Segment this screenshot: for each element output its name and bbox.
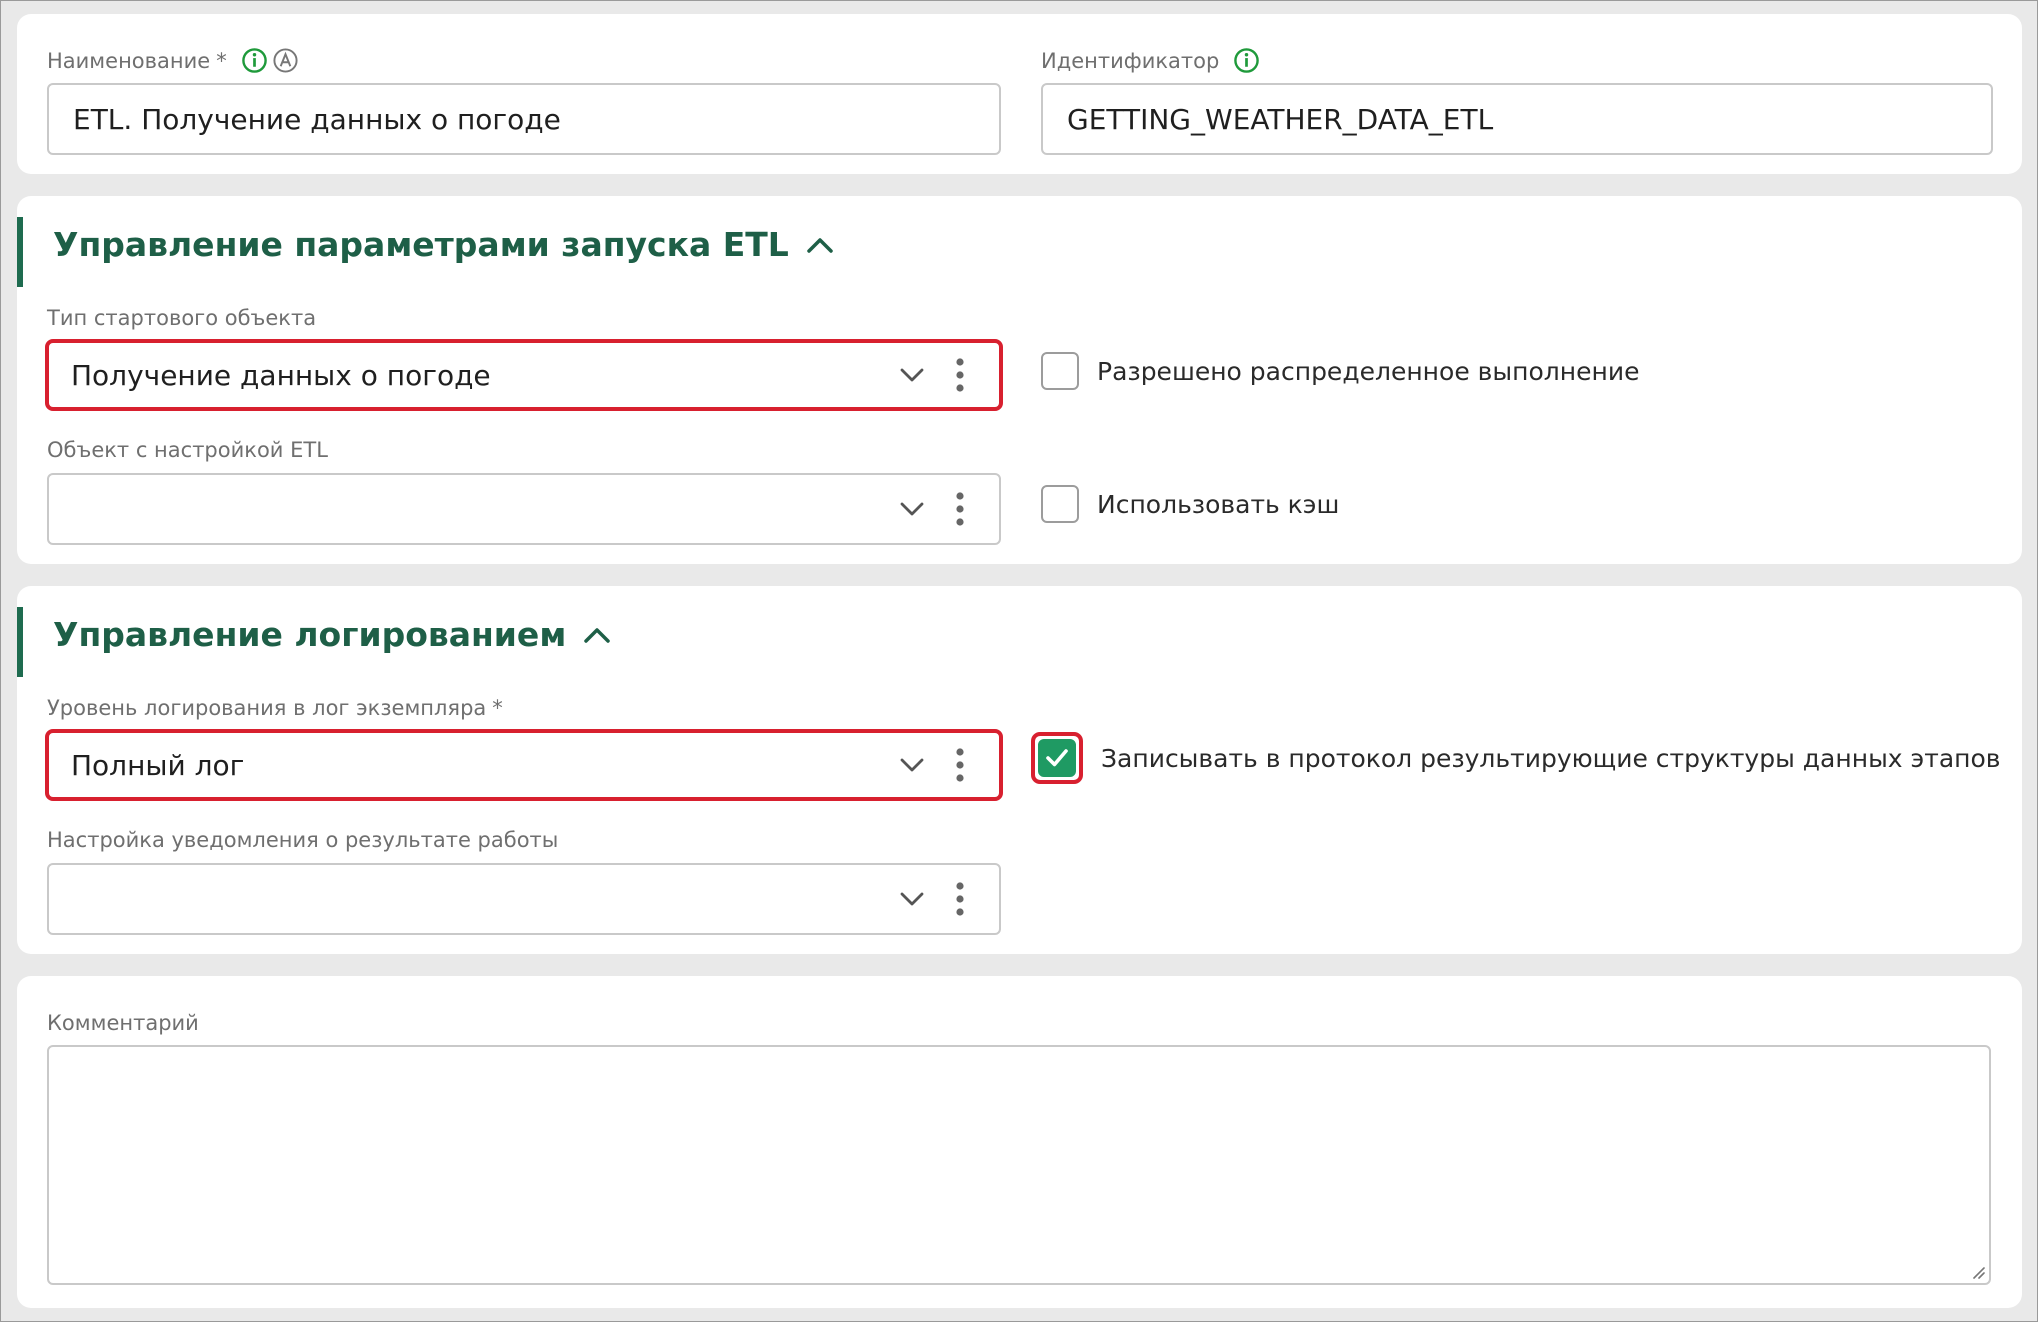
start-object-type-value: Получение данных о погоде (71, 358, 491, 392)
chevron-down-icon[interactable] (899, 367, 925, 383)
more-vertical-icon[interactable] (955, 747, 965, 783)
logging-section-card: Управление логированием Уровень логирова… (17, 586, 2022, 954)
identifier-label-row: Идентификатор (1041, 47, 1260, 74)
section-accent-bar (17, 607, 23, 677)
write-structures-label: Записывать в протокол результирующие стр… (1101, 743, 2001, 773)
section-accent-bar (17, 217, 23, 287)
launch-section-card: Управление параметрами запуска ETL Тип с… (17, 196, 2022, 564)
distributed-execution-label: Разрешено распределенное выполнение (1097, 356, 1640, 386)
comment-card: Комментарий (17, 976, 2022, 1308)
identifier-input-value: GETTING_WEATHER_DATA_ETL (1067, 102, 1494, 136)
log-level-select[interactable]: Полный лог (45, 729, 1003, 801)
log-level-required-mark: * (492, 696, 503, 720)
chevron-down-icon[interactable] (899, 757, 925, 773)
comment-label: Комментарий (47, 1011, 199, 1035)
info-icon[interactable] (1233, 47, 1260, 74)
logging-section-header[interactable]: Управление логированием (53, 615, 612, 654)
info-icon[interactable] (241, 47, 268, 74)
chevron-down-icon[interactable] (899, 891, 925, 907)
launch-section-title: Управление параметрами запуска ETL (53, 225, 789, 264)
name-required-mark: * (216, 48, 227, 73)
form-frame: Наименование * ETL. Получение данных о п… (0, 0, 2038, 1322)
name-label: Наименование (47, 48, 211, 73)
general-card: Наименование * ETL. Получение данных о п… (17, 14, 2022, 174)
more-vertical-icon[interactable] (955, 357, 965, 393)
log-level-label-row: Уровень логирования в лог экземпляра * (47, 696, 503, 720)
comment-textarea[interactable] (47, 1045, 1991, 1285)
more-vertical-icon[interactable] (955, 881, 965, 917)
etl-settings-object-label: Объект с настройкой ETL (47, 438, 328, 462)
write-structures-checkbox[interactable] (1038, 739, 1076, 777)
chevron-down-icon[interactable] (899, 501, 925, 517)
chevron-up-icon[interactable] (582, 625, 612, 645)
start-object-type-label: Тип стартового объекта (47, 306, 317, 330)
log-level-label: Уровень логирования в лог экземпляра (47, 696, 487, 720)
resize-grip-icon[interactable] (1969, 1263, 1985, 1279)
notification-label: Настройка уведомления о результате работ… (47, 828, 559, 852)
chevron-up-icon[interactable] (805, 235, 835, 255)
identifier-label: Идентификатор (1041, 48, 1220, 73)
log-level-value: Полный лог (71, 748, 245, 782)
launch-section-header[interactable]: Управление параметрами запуска ETL (53, 225, 835, 264)
use-cache-checkbox[interactable] (1041, 485, 1079, 523)
logging-section-title: Управление логированием (53, 615, 567, 654)
write-structures-highlight (1031, 732, 1083, 784)
distributed-execution-row[interactable]: Разрешено распределенное выполнение (1041, 352, 1639, 390)
notification-select[interactable] (47, 863, 1001, 935)
use-cache-label: Использовать кэш (1097, 489, 1340, 519)
distributed-execution-checkbox[interactable] (1041, 352, 1079, 390)
name-label-row: Наименование * (47, 47, 299, 74)
name-input-value: ETL. Получение данных о погоде (73, 102, 561, 136)
etl-settings-object-select[interactable] (47, 473, 1001, 545)
name-input[interactable]: ETL. Получение данных о погоде (47, 83, 1001, 155)
use-cache-row[interactable]: Использовать кэш (1041, 485, 1339, 523)
start-object-type-select[interactable]: Получение данных о погоде (45, 339, 1003, 411)
check-icon (1046, 749, 1068, 767)
auto-generate-icon[interactable] (272, 47, 299, 74)
write-structures-row[interactable]: Записывать в протокол результирующие стр… (1031, 732, 2001, 784)
more-vertical-icon[interactable] (955, 491, 965, 527)
identifier-input[interactable]: GETTING_WEATHER_DATA_ETL (1041, 83, 1993, 155)
